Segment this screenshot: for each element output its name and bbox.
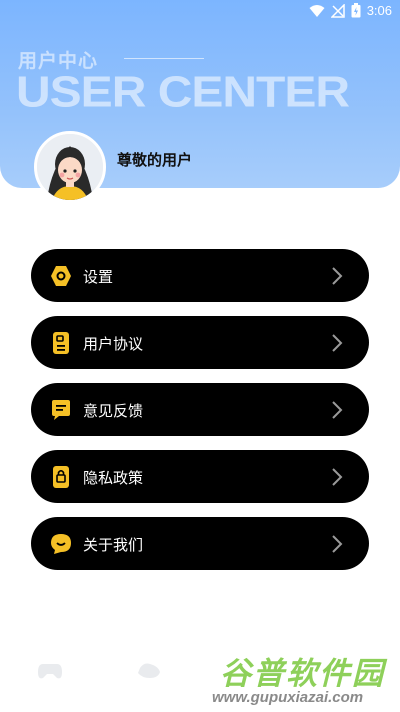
controller-icon[interactable] — [136, 660, 162, 682]
chevron-right-icon — [332, 468, 343, 486]
menu-label: 关于我们 — [83, 536, 144, 554]
watermark-url: www.gupuxiazai.com — [212, 689, 364, 706]
chat-icon — [49, 398, 73, 422]
battery-icon — [351, 3, 361, 18]
menu-label: 意见反馈 — [83, 402, 144, 420]
menu-item-user-agreement[interactable]: 用户协议 — [31, 316, 369, 369]
chevron-right-icon — [332, 267, 343, 285]
chevron-right-icon — [332, 535, 343, 553]
chevron-right-icon — [332, 334, 343, 352]
gamepad-icon[interactable] — [37, 660, 63, 682]
document-icon — [49, 331, 73, 355]
avatar-illustration — [37, 134, 103, 200]
menu-item-about-us[interactable]: 关于我们 — [31, 517, 369, 570]
smile-icon — [49, 532, 73, 556]
menu-item-settings[interactable]: 设置 — [31, 249, 369, 302]
status-bar: 3:06 — [0, 0, 400, 24]
menu-label: 用户协议 — [83, 335, 144, 353]
menu-item-privacy-policy[interactable]: 隐私政策 — [31, 450, 369, 503]
privacy-icon — [49, 465, 73, 489]
page-title-en: USER CENTER — [16, 68, 350, 117]
status-time: 3:06 — [366, 3, 392, 18]
no-signal-icon — [330, 3, 345, 18]
gear-icon — [49, 264, 73, 288]
menu-label: 设置 — [83, 268, 114, 286]
title-divider — [124, 58, 204, 59]
wifi-icon — [309, 4, 325, 17]
username[interactable]: 尊敬的用户 — [117, 149, 192, 170]
avatar[interactable] — [34, 131, 106, 203]
menu-item-feedback[interactable]: 意见反馈 — [31, 383, 369, 436]
menu-label: 隐私政策 — [83, 469, 144, 487]
watermark: 谷普软件园 www.gupuxiazai.com — [212, 648, 400, 712]
chevron-right-icon — [332, 401, 343, 419]
watermark-text: 谷普软件园 — [220, 656, 385, 692]
